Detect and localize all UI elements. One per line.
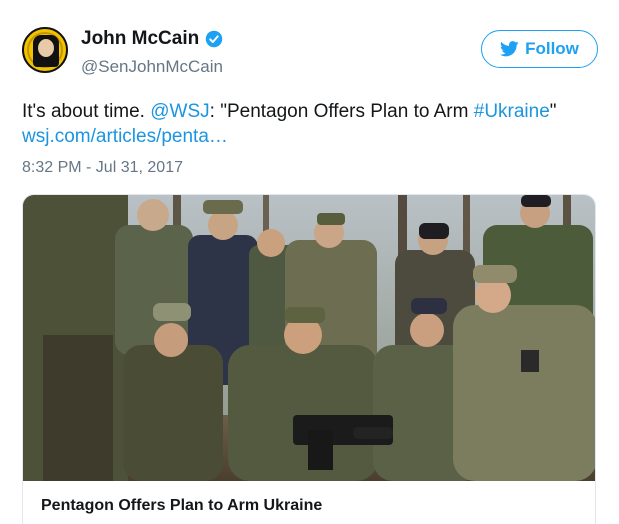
author-handle[interactable]: @SenJohnMcCain (81, 57, 223, 77)
article-url-link[interactable]: wsj.com/articles/penta… (22, 126, 228, 148)
card-title[interactable]: Pentagon Offers Plan to Arm Ukraine (41, 497, 322, 515)
tweet-text-prefix: It's about time. (22, 101, 151, 122)
author-avatar[interactable] (22, 27, 68, 73)
author-name-row[interactable]: John McCain (81, 28, 223, 50)
link-preview-card[interactable]: Pentagon Offers Plan to Arm Ukraine (22, 194, 596, 524)
mention-link[interactable]: @WSJ (150, 101, 209, 122)
follow-button[interactable]: Follow (481, 30, 598, 68)
twitter-bird-icon (500, 41, 519, 57)
tweet-text-middle: : "Pentagon Offers Plan to Arm (209, 101, 474, 122)
verified-badge-icon (205, 30, 223, 48)
hashtag-link[interactable]: #Ukraine (474, 101, 550, 122)
tweet-text: It's about time. @WSJ: "Pentagon Offers … (22, 99, 602, 125)
tweet-timestamp[interactable]: 8:32 PM - Jul 31, 2017 (22, 159, 183, 177)
follow-button-label: Follow (525, 39, 579, 58)
author-display-name[interactable]: John McCain (81, 28, 199, 50)
tweet-text-suffix: " (549, 101, 557, 122)
tweet-header: John McCain @SenJohnMcCain Follow (22, 25, 602, 85)
card-photo (23, 195, 595, 481)
